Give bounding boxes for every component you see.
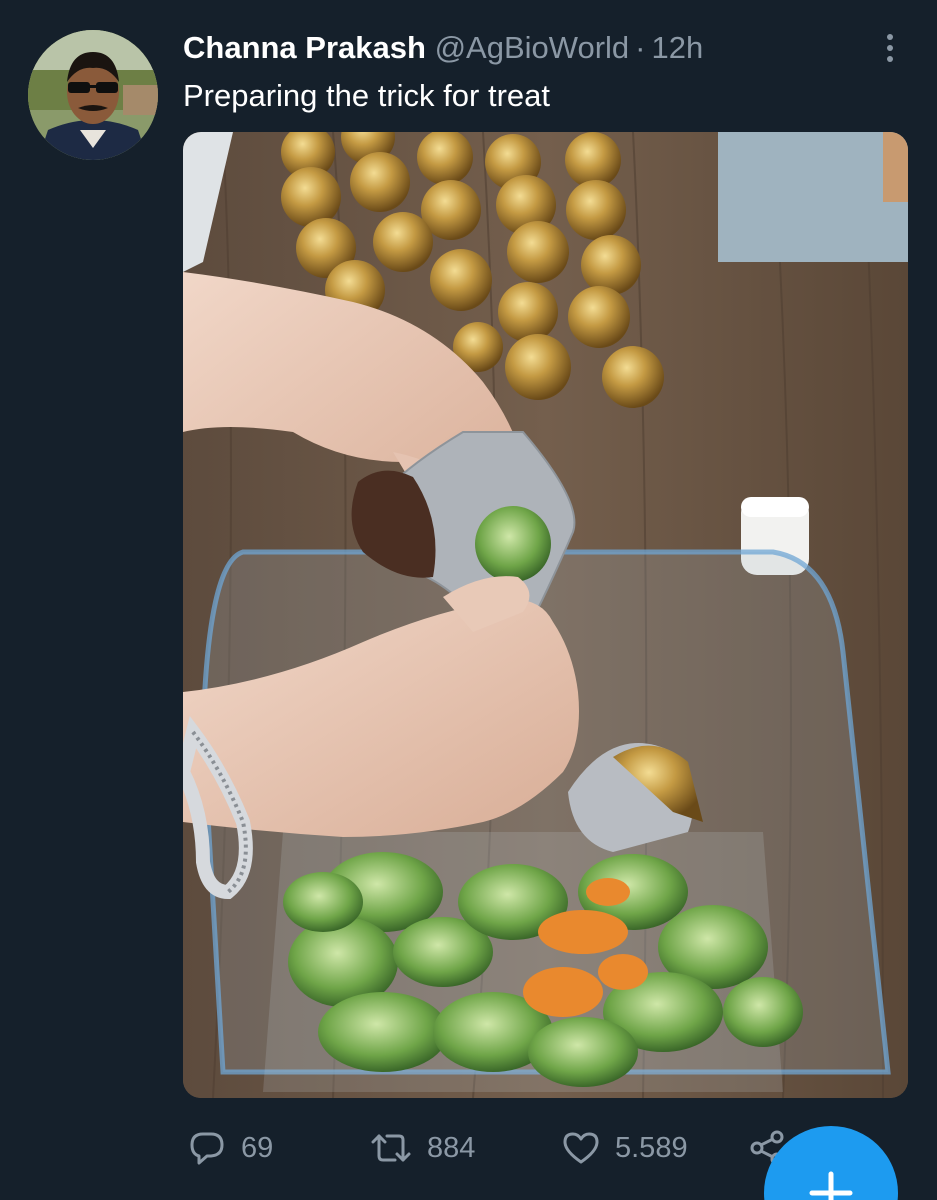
tweet-text: Preparing the trick for treat <box>183 78 550 113</box>
reply-count: 69 <box>241 1131 274 1164</box>
retweet-button[interactable]: 884 <box>369 1120 475 1176</box>
reply-button[interactable]: 69 <box>187 1120 273 1176</box>
timestamp[interactable]: 12h <box>651 30 703 65</box>
avatar-photo <box>28 30 158 160</box>
like-count: 5.589 <box>615 1131 688 1164</box>
display-name[interactable]: Channa Prakash <box>183 30 426 65</box>
more-vertical-icon-dot <box>887 45 893 51</box>
more-options-button[interactable] <box>872 28 908 68</box>
tweet-photo[interactable] <box>183 132 908 1098</box>
grey-box <box>718 132 908 262</box>
tweet-header: Channa Prakash @AgBioWorld · 12h <box>183 28 877 68</box>
more-vertical-icon-dot <box>887 56 893 62</box>
tweet-screen: Channa Prakash @AgBioWorld · 12h Preparing… <box>0 0 937 1200</box>
held-sprout <box>475 506 551 582</box>
user-handle[interactable]: @AgBioWorld <box>435 30 630 65</box>
speech-bubble-icon <box>190 1132 224 1165</box>
like-button[interactable]: 5.589 <box>561 1120 688 1176</box>
plus-icon <box>809 1171 853 1200</box>
separator-dot: · <box>635 30 646 65</box>
photo-hands-wrapping-sprouts <box>183 132 908 1098</box>
more-vertical-icon-dot <box>887 34 893 40</box>
retweet-arrows-icon <box>371 1134 411 1162</box>
heart-icon <box>563 1132 599 1164</box>
retweet-count: 884 <box>427 1131 476 1164</box>
avatar[interactable] <box>28 30 158 160</box>
